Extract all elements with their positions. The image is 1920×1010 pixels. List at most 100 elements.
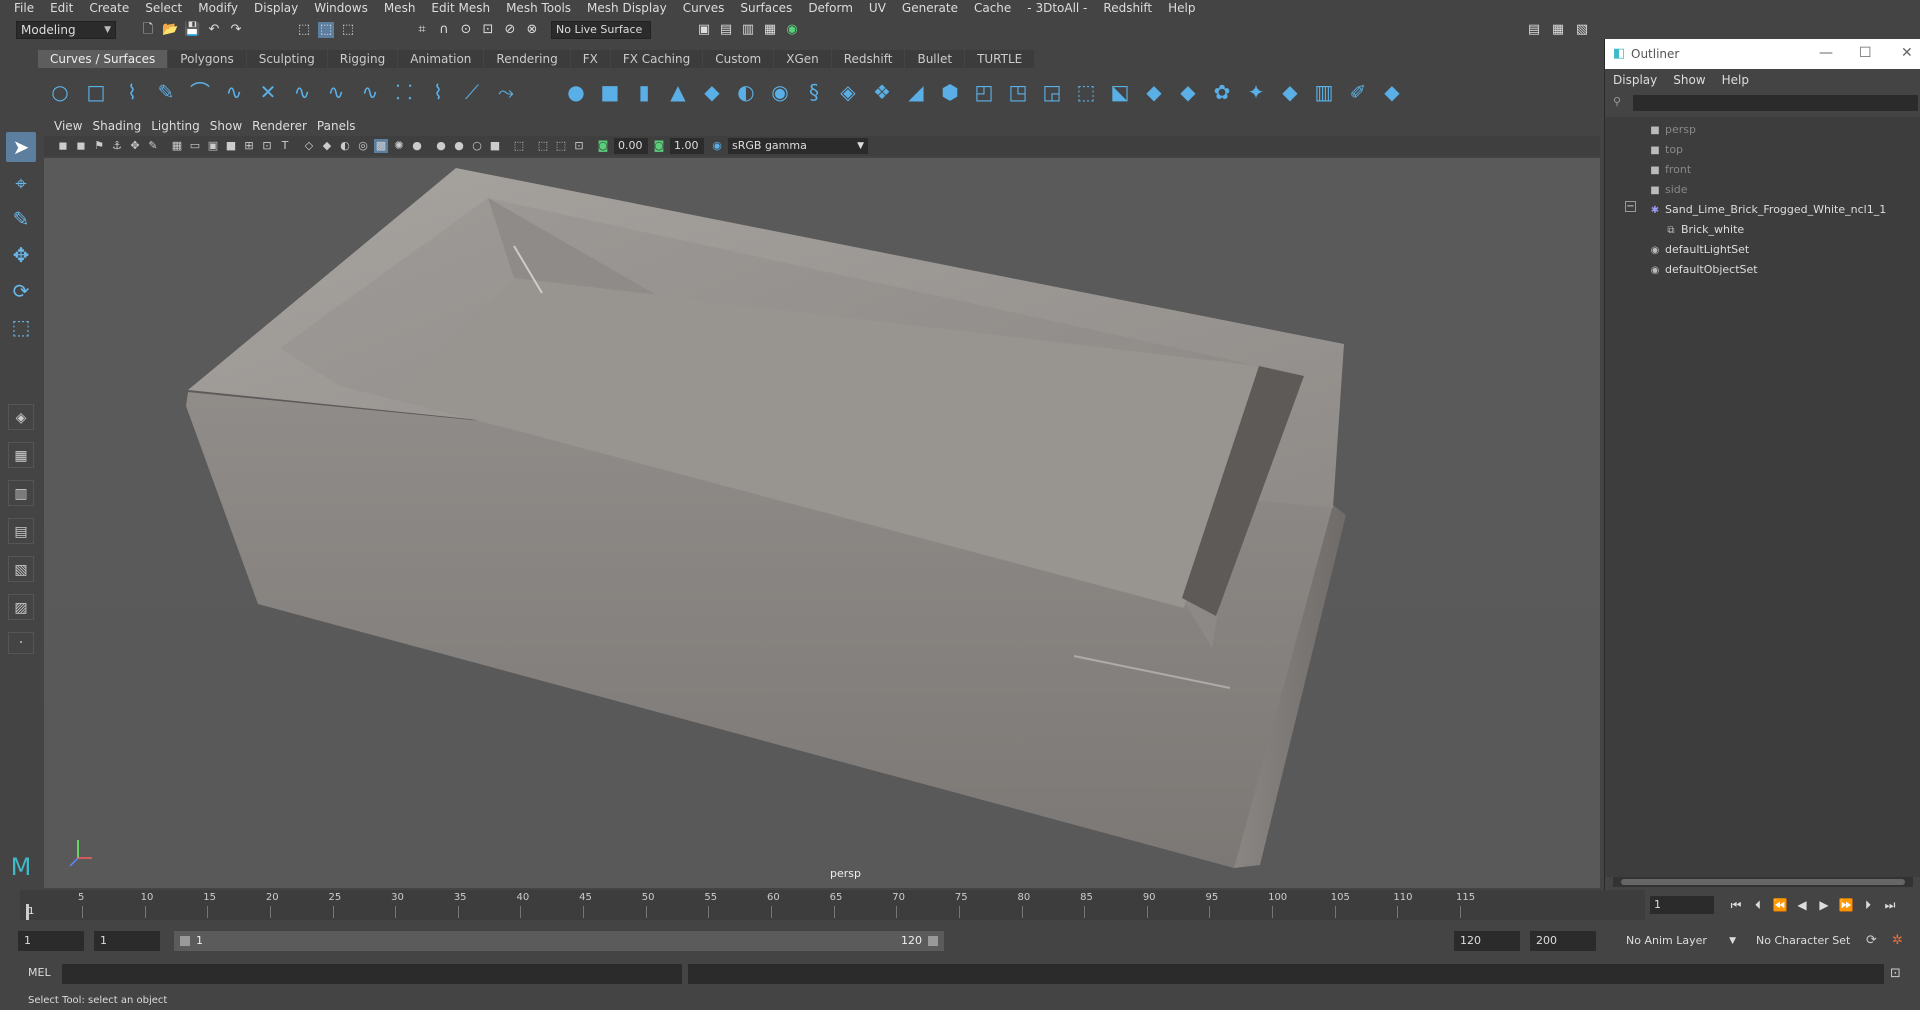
single-perspective-layout-icon[interactable]: ◈ xyxy=(8,404,34,430)
viewport-menu-renderer[interactable]: Renderer xyxy=(252,119,317,133)
menu-item-mesh-tools[interactable]: Mesh Tools xyxy=(498,1,579,15)
rotate-tool-icon[interactable]: ⟳ xyxy=(6,276,36,306)
viewport-menu-shading[interactable]: Shading xyxy=(92,119,151,133)
menu-item-3dtoall[interactable]: - 3DtoAll - xyxy=(1019,1,1095,15)
minimize-icon[interactable]: — xyxy=(1819,45,1833,61)
outliner-item[interactable]: ■ front xyxy=(1647,161,1691,179)
nurbs-circle-icon[interactable]: ○ xyxy=(48,80,72,104)
select-component-icon[interactable]: ⬚ xyxy=(340,22,356,38)
bezier-curve-icon[interactable]: ⌒ xyxy=(188,80,212,104)
trim-icon[interactable]: ⬕ xyxy=(1108,80,1132,104)
menu-item-generate[interactable]: Generate xyxy=(894,1,966,15)
insert-isoparm-icon[interactable]: ✿ xyxy=(1210,80,1234,104)
ipr-render-icon[interactable]: ▥ xyxy=(740,22,756,38)
reverse-curve-icon[interactable]: ⸬ xyxy=(392,80,416,104)
nurbs-cube-icon[interactable]: ■ xyxy=(598,80,622,104)
use-all-lights-icon[interactable]: ✺ xyxy=(392,139,406,153)
exposure-icon[interactable]: ◙ xyxy=(596,139,610,153)
menu-item-windows[interactable]: Windows xyxy=(306,1,376,15)
nurbs-sphere-icon[interactable]: ● xyxy=(564,80,588,104)
menu-item-select[interactable]: Select xyxy=(137,1,190,15)
shadows-icon[interactable]: ● xyxy=(410,139,424,153)
outliner-item[interactable]: ⧉ Brick_white xyxy=(1663,221,1744,239)
extend-curve-icon[interactable]: ⌇ xyxy=(426,80,450,104)
planar-icon[interactable]: ◈ xyxy=(836,80,860,104)
menu-item-create[interactable]: Create xyxy=(81,1,137,15)
snap-curve-icon[interactable]: ∩ xyxy=(436,22,452,38)
playback-end-field[interactable]: 120 xyxy=(1454,931,1520,951)
arc-icon[interactable]: ✕ xyxy=(256,80,280,104)
select-hierarchy-icon[interactable]: ⬚ xyxy=(296,22,312,38)
outliner-horizontal-scrollbar[interactable] xyxy=(1613,877,1913,887)
four-view-layout-icon[interactable]: ▦ xyxy=(8,442,34,468)
step-forward-key-icon[interactable]: ⏩ xyxy=(1836,896,1856,914)
shelf-tab-sculpting[interactable]: Sculpting xyxy=(246,50,327,68)
sculpt-geometry-icon[interactable]: ✐ xyxy=(1346,80,1370,104)
workspace-icon[interactable]: ▤ xyxy=(1526,22,1542,38)
panel-layout-icon[interactable]: ▦ xyxy=(1550,22,1566,38)
outliner-item[interactable]: ■ top xyxy=(1647,141,1683,159)
extend-surface-icon[interactable]: ◆ xyxy=(1176,80,1200,104)
select-tool-icon[interactable]: ➤ xyxy=(6,132,36,162)
snap-live-icon[interactable]: ⊗ xyxy=(524,22,540,38)
menu-item-mesh[interactable]: Mesh xyxy=(376,1,424,15)
persp-graph-layout-icon[interactable]: ▤ xyxy=(8,518,34,544)
shelf-tab-redshift[interactable]: Redshift xyxy=(831,50,905,68)
view-transform-dropdown[interactable]: sRGB gamma ▼ xyxy=(728,138,868,154)
script-editor-icon[interactable]: ⊡ xyxy=(1890,966,1901,981)
viewport-menu-panels[interactable]: Panels xyxy=(317,119,366,133)
save-scene-icon[interactable]: 💾 xyxy=(184,22,200,38)
persp-outliner-layout-icon[interactable]: ▥ xyxy=(8,480,34,506)
nurbs-cylinder-icon[interactable]: ▮ xyxy=(632,80,656,104)
range-slider[interactable]: 1 120 xyxy=(174,931,944,951)
go-to-start-icon[interactable]: ⏮ xyxy=(1726,896,1746,914)
render-settings-icon[interactable]: ▣ xyxy=(696,22,712,38)
character-set-dropdown[interactable]: No Character Set xyxy=(1752,931,1864,951)
anim-layer-dropdown[interactable]: No Anim Layer ▼ xyxy=(1622,931,1742,951)
step-back-key-icon[interactable]: ⏪ xyxy=(1770,896,1790,914)
pencil-curve-icon[interactable]: ∿ xyxy=(222,80,246,104)
loft-icon[interactable]: § xyxy=(802,80,826,104)
outliner-item[interactable]: ■ side xyxy=(1647,181,1687,199)
surface-fillet-icon[interactable]: ▥ xyxy=(1312,80,1336,104)
viewport-menu-view[interactable]: View xyxy=(54,119,92,133)
menu-item-file[interactable]: File xyxy=(6,1,42,15)
camera-attributes-icon[interactable]: ◼ xyxy=(74,139,88,153)
hypershade-icon[interactable]: ◉ xyxy=(784,22,800,38)
cv-curve-icon[interactable]: ⌇ xyxy=(120,80,144,104)
step-back-icon[interactable]: ⏴ xyxy=(1748,896,1768,914)
textured-icon[interactable]: ▩ xyxy=(374,139,388,153)
menu-item-curves[interactable]: Curves xyxy=(675,1,733,15)
nurbs-square-icon[interactable]: □ xyxy=(84,80,108,104)
viewport-menu-lighting[interactable]: Lighting xyxy=(151,119,210,133)
film-gate-icon[interactable]: ▭ xyxy=(188,139,202,153)
rebuild-curve-icon[interactable]: ∿ xyxy=(358,80,382,104)
screen-space-ao-icon[interactable]: ● xyxy=(434,139,448,153)
maximize-icon[interactable]: ☐ xyxy=(1859,45,1872,61)
toggle-panels-icon[interactable]: ▧ xyxy=(1574,22,1590,38)
auto-key-icon[interactable]: ⟳ xyxy=(1866,933,1877,948)
menu-item-redshift[interactable]: Redshift xyxy=(1095,1,1160,15)
xray-joints-icon[interactable]: ⬚ xyxy=(554,139,568,153)
collapse-icon[interactable]: − xyxy=(1625,201,1636,212)
menu-item-edit[interactable]: Edit xyxy=(42,1,81,15)
revolve-icon[interactable]: ◉ xyxy=(768,80,792,104)
viewport-menu-show[interactable]: Show xyxy=(210,119,252,133)
rebuild-surface-icon[interactable]: ◆ xyxy=(1278,80,1302,104)
paint-select-icon[interactable]: ✎ xyxy=(6,204,36,234)
render-view-icon[interactable]: ▦ xyxy=(762,22,778,38)
birail-icon[interactable]: ◢ xyxy=(904,80,928,104)
shelf-tab-fx[interactable]: FX xyxy=(570,50,610,68)
command-input[interactable] xyxy=(62,964,682,984)
persp-hypershade-layout-icon[interactable]: ▧ xyxy=(8,556,34,582)
go-to-end-icon[interactable]: ⏭ xyxy=(1880,896,1900,914)
wireframe-icon[interactable]: ◇ xyxy=(302,139,316,153)
wireframe-on-shaded-icon[interactable]: ◎ xyxy=(356,139,370,153)
play-forward-icon[interactable]: ▶ xyxy=(1814,896,1834,914)
stitch-icon[interactable]: ◆ xyxy=(1380,80,1404,104)
menu-item-uv[interactable]: UV xyxy=(861,1,894,15)
intersect-icon[interactable]: ◲ xyxy=(1040,80,1064,104)
exposure-field[interactable]: 0.00 xyxy=(614,138,648,154)
boundary-icon[interactable]: ◰ xyxy=(972,80,996,104)
outliner-search-input[interactable] xyxy=(1633,95,1918,111)
